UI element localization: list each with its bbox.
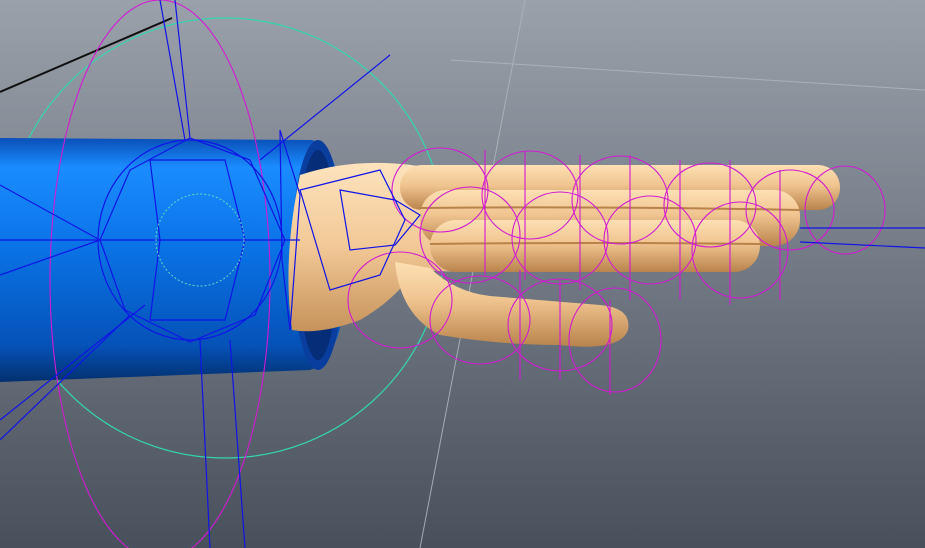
finger-ring[interactable] [430, 220, 760, 272]
3d-viewport[interactable] [0, 0, 925, 548]
viewport-canvas[interactable] [0, 0, 925, 548]
